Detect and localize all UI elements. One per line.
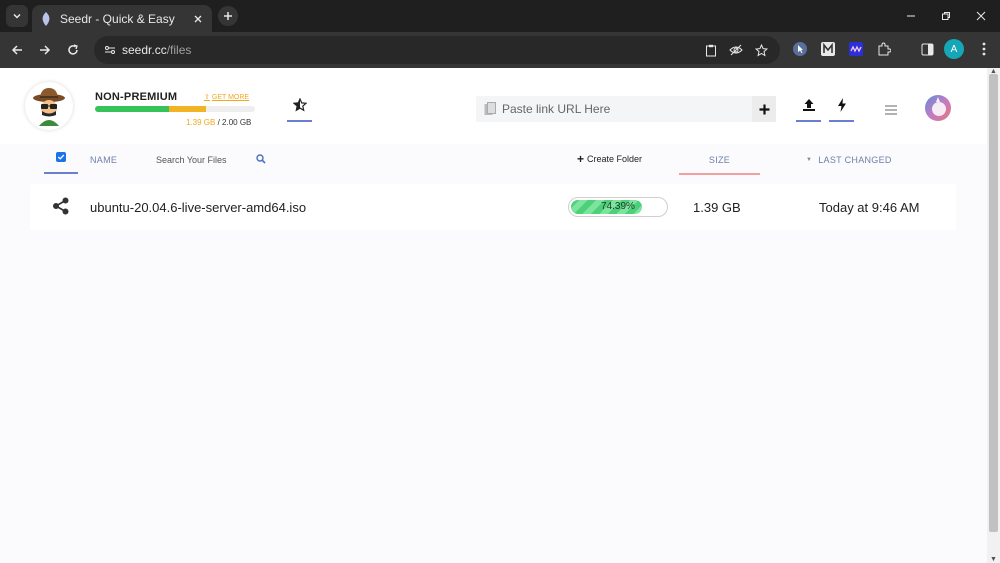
search-files-input[interactable] (156, 150, 256, 170)
sort-caret-icon: ▼ (806, 157, 813, 163)
select-all-checkbox[interactable] (56, 152, 66, 162)
more-options-icon[interactable] (976, 41, 992, 57)
tab-title: Seedr - Quick & Easy (60, 11, 175, 26)
clipboard-icon[interactable] (703, 42, 719, 58)
plus-icon (224, 12, 232, 20)
page-scrollbar[interactable]: ▲ ▼ (987, 68, 1000, 563)
eye-off-icon[interactable] (728, 42, 744, 58)
storage-total: 2.00 GB (222, 118, 252, 127)
file-size: 1.39 GB (693, 200, 741, 215)
star-icon (292, 98, 307, 112)
arrow-up-icon: ⇧ (204, 94, 210, 101)
get-more-link[interactable]: ⇧ GET MORE (204, 93, 250, 102)
download-progress-text: 74.39% (601, 201, 635, 212)
new-tab-button[interactable] (218, 6, 238, 26)
last-changed-column-header[interactable]: ▼ LAST CHANGED (806, 155, 892, 165)
bookmark-star-icon[interactable] (753, 42, 769, 58)
url-path: /files (166, 43, 192, 57)
app-header: NON-PREMIUM ⇧ GET MORE 1.39 GB / 2.00 GB (0, 68, 987, 144)
close-icon (976, 11, 986, 21)
favorites-button[interactable] (287, 98, 312, 122)
site-info-icon[interactable] (102, 42, 118, 58)
select-all-underline (44, 172, 78, 174)
storage-fill-orange (168, 106, 207, 112)
reload-icon (68, 44, 78, 55)
forward-button[interactable] (35, 40, 55, 60)
chevron-down-icon (13, 13, 21, 19)
file-name[interactable]: ubuntu-20.04.6-live-server-amd64.iso (90, 200, 306, 215)
extension-wave-icon[interactable] (848, 41, 864, 57)
page-content: NON-PREMIUM ⇧ GET MORE 1.39 GB / 2.00 GB (0, 68, 987, 563)
close-tab-icon[interactable] (190, 11, 206, 27)
storage-bar (95, 106, 255, 112)
scrollbar-thumb[interactable] (989, 74, 998, 532)
name-column-header[interactable]: NAME (90, 155, 117, 165)
plan-label: NON-PREMIUM (95, 91, 178, 103)
storage-fill-green (95, 106, 169, 112)
get-more-label: GET MORE (211, 93, 250, 101)
checkmark-icon (57, 154, 65, 160)
restore-window-button[interactable] (937, 7, 955, 25)
seedr-mascot-icon (33, 88, 65, 126)
minimize-window-button[interactable] (902, 7, 920, 25)
url-host: seedr.cc (122, 43, 167, 57)
share-icon[interactable] (52, 197, 70, 215)
seedr-favicon-icon (42, 11, 50, 26)
last-changed-label: LAST CHANGED (818, 155, 892, 165)
storage-usage: 1.39 GB / 2.00 GB (186, 118, 251, 127)
download-progress-bar: 74.39% (568, 197, 668, 217)
scroll-down-arrow-icon[interactable]: ▼ (990, 556, 997, 563)
close-window-button[interactable] (972, 7, 990, 25)
user-avatar-icon[interactable] (924, 94, 952, 122)
file-list-header: NAME + Create Folder SIZE ▼ LAST CHANGED (30, 144, 956, 178)
create-folder-label: Create Folder (587, 154, 643, 164)
extension-m-icon[interactable] (820, 41, 836, 57)
file-row[interactable]: ubuntu-20.04.6-live-server-amd64.iso 74.… (30, 184, 956, 230)
storage-used: 1.39 GB (186, 118, 216, 127)
size-column-header[interactable]: SIZE (679, 144, 760, 175)
upload-button[interactable] (796, 98, 821, 122)
extension-cursor-icon[interactable] (792, 41, 808, 57)
minimize-icon (907, 15, 915, 17)
search-icon[interactable] (256, 154, 266, 164)
lightning-icon (837, 98, 846, 112)
tab-search-button[interactable] (6, 5, 28, 27)
create-folder-button[interactable]: + Create Folder (577, 151, 643, 166)
back-button[interactable] (7, 40, 27, 60)
side-panel-icon[interactable] (919, 41, 935, 57)
quick-action-button[interactable] (829, 98, 854, 122)
add-link-button[interactable] (752, 96, 776, 122)
active-tab[interactable]: Seedr - Quick & Easy (32, 5, 212, 32)
arrow-right-icon (40, 45, 51, 55)
hamburger-menu-icon[interactable] (884, 104, 898, 116)
browser-tab-bar: Seedr - Quick & Easy (0, 0, 1000, 32)
reload-button[interactable] (63, 40, 83, 60)
upload-icon (802, 99, 815, 111)
arrow-left-icon (11, 45, 22, 55)
link-url-input[interactable] (502, 96, 747, 122)
restore-icon (942, 12, 950, 20)
extensions-puzzle-icon[interactable] (876, 41, 892, 57)
plus-icon: + (577, 151, 585, 166)
file-last-changed: Today at 9:46 AM (819, 200, 920, 215)
address-bar[interactable]: seedr.cc/files (94, 36, 780, 64)
paste-icon (484, 102, 496, 115)
address-url: seedr.cc/files (122, 43, 191, 57)
seedr-logo[interactable] (25, 82, 73, 130)
profile-avatar[interactable]: A (944, 39, 964, 59)
plus-icon (759, 104, 769, 114)
add-link-box (476, 96, 776, 122)
